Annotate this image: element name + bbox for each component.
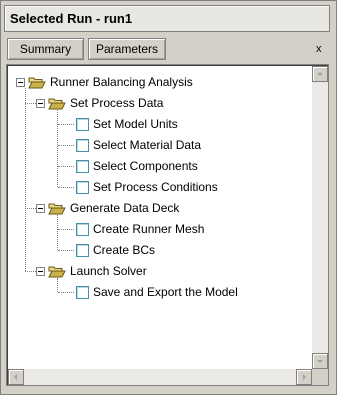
task-checkbox[interactable] bbox=[76, 138, 89, 152]
task-checkbox[interactable] bbox=[76, 159, 89, 173]
scroll-up-button[interactable] bbox=[312, 66, 328, 82]
collapse-toggle[interactable] bbox=[36, 99, 45, 108]
tree-item-label: Set Process Data bbox=[70, 96, 164, 110]
scrollbar-corner bbox=[312, 369, 328, 385]
task-checkbox[interactable] bbox=[76, 285, 89, 299]
tree-item-label: Set Model Units bbox=[93, 117, 178, 131]
open-folder-icon bbox=[48, 202, 66, 215]
task-checkbox[interactable] bbox=[76, 180, 89, 194]
tree-item-label: Save and Export the Model bbox=[93, 285, 238, 299]
right-arrow-icon bbox=[303, 374, 306, 380]
open-folder-icon bbox=[28, 76, 46, 89]
tree-item-label: Launch Solver bbox=[70, 264, 147, 278]
tree-connector bbox=[58, 292, 74, 293]
close-icon[interactable]: x bbox=[316, 43, 322, 55]
tree-node-task[interactable]: Set Model Units bbox=[76, 114, 178, 134]
tree-item-label: Select Components bbox=[93, 159, 198, 173]
task-checkbox[interactable] bbox=[76, 222, 89, 236]
tree-connector bbox=[25, 208, 36, 209]
vertical-scrollbar[interactable] bbox=[312, 66, 328, 369]
down-arrow-icon bbox=[317, 360, 323, 363]
left-arrow-icon bbox=[14, 374, 17, 380]
collapse-toggle[interactable] bbox=[16, 78, 25, 87]
tree-connector bbox=[57, 278, 58, 292]
tree-node-root[interactable]: Runner Balancing Analysis bbox=[28, 72, 193, 92]
tree-connector bbox=[25, 88, 26, 271]
scroll-right-button[interactable] bbox=[296, 369, 312, 385]
tree-item-label: Runner Balancing Analysis bbox=[50, 75, 193, 89]
up-arrow-icon bbox=[317, 72, 323, 75]
summary-button[interactable]: Summary bbox=[7, 38, 84, 60]
tree-item-label: Generate Data Deck bbox=[70, 201, 180, 215]
tree-node-task[interactable]: Save and Export the Model bbox=[76, 282, 238, 302]
collapse-toggle[interactable] bbox=[36, 204, 45, 213]
parameters-button[interactable]: Parameters bbox=[88, 38, 166, 60]
tree-connector bbox=[25, 103, 36, 104]
scroll-down-button[interactable] bbox=[312, 353, 328, 369]
scroll-left-button[interactable] bbox=[8, 369, 24, 385]
tree-connector bbox=[58, 124, 74, 125]
tree-node-task[interactable]: Set Process Conditions bbox=[76, 177, 218, 197]
tree-item-label: Create Runner Mesh bbox=[93, 222, 205, 236]
tree-connector bbox=[58, 229, 74, 230]
tree-connector bbox=[57, 110, 58, 187]
task-checkbox[interactable] bbox=[76, 243, 89, 257]
tree-node-task[interactable]: Create BCs bbox=[76, 240, 155, 260]
tree-connector bbox=[25, 271, 36, 272]
tree-node-task[interactable]: Create Runner Mesh bbox=[76, 219, 204, 239]
tree-connector bbox=[58, 145, 74, 146]
selected-run-panel: Selected Run - run1 Summary Parameters x… bbox=[0, 0, 337, 395]
tree-item-label: Set Process Conditions bbox=[93, 180, 218, 194]
collapse-toggle[interactable] bbox=[36, 267, 45, 276]
tree-item-label: Create BCs bbox=[93, 243, 156, 257]
tree-connector bbox=[58, 187, 74, 188]
tree-connector bbox=[57, 215, 58, 250]
tree-node-group[interactable]: Set Process Data bbox=[48, 93, 163, 113]
panel-title: Selected Run - run1 bbox=[10, 11, 133, 26]
open-folder-icon bbox=[48, 97, 66, 110]
task-tree[interactable]: Runner Balancing Analysis Set Process Dat… bbox=[6, 64, 329, 386]
open-folder-icon bbox=[48, 265, 66, 278]
tree-item-label: Select Material Data bbox=[93, 138, 202, 152]
tree-connector bbox=[58, 250, 74, 251]
tree-content: Runner Balancing Analysis Set Process Dat… bbox=[8, 66, 311, 369]
tree-node-group[interactable]: Generate Data Deck bbox=[48, 198, 179, 218]
tree-connector bbox=[58, 166, 74, 167]
horizontal-scrollbar[interactable] bbox=[8, 369, 312, 385]
tree-node-task[interactable]: Select Components bbox=[76, 156, 198, 176]
tree-node-group[interactable]: Launch Solver bbox=[48, 261, 147, 281]
panel-title-bar: Selected Run - run1 bbox=[4, 5, 330, 32]
task-checkbox[interactable] bbox=[76, 117, 89, 131]
tree-node-task[interactable]: Select Material Data bbox=[76, 135, 201, 155]
